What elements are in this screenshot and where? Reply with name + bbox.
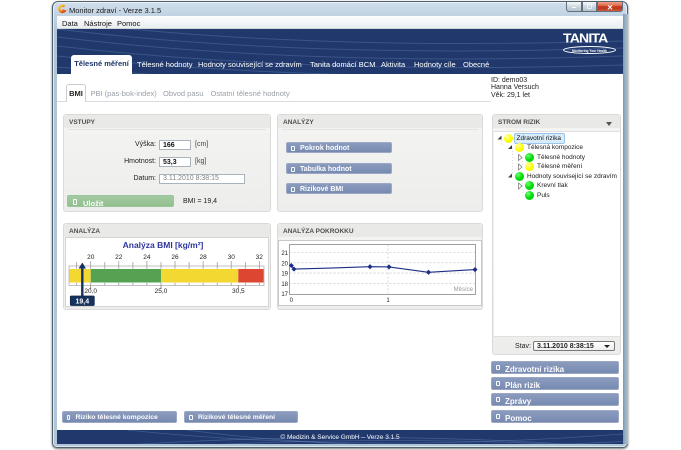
svg-text:25,0: 25,0 (155, 288, 168, 295)
svg-text:22: 22 (115, 254, 123, 261)
svg-text:21: 21 (281, 251, 288, 257)
svg-text:28: 28 (199, 254, 207, 261)
svg-text:17: 17 (281, 292, 288, 298)
svg-text:Monitoring Your Health: Monitoring Your Health (572, 49, 607, 53)
svg-text:0: 0 (290, 298, 294, 304)
svg-text:18: 18 (281, 282, 288, 288)
svg-text:30,5: 30,5 (232, 288, 245, 295)
svg-text:26: 26 (171, 254, 179, 261)
svg-text:Analýza BMI [kg/m²]: Analýza BMI [kg/m²] (123, 240, 204, 250)
svg-text:24: 24 (143, 254, 151, 261)
svg-text:19,4: 19,4 (75, 298, 89, 305)
svg-text:1: 1 (386, 298, 390, 304)
svg-text:Měsíce: Měsíce (454, 287, 474, 293)
svg-text:20: 20 (281, 261, 288, 267)
svg-text:30: 30 (228, 254, 236, 261)
svg-text:20: 20 (87, 254, 95, 261)
svg-text:32: 32 (256, 254, 264, 261)
svg-text:20,0: 20,0 (84, 288, 97, 295)
svg-text:19: 19 (281, 272, 288, 278)
